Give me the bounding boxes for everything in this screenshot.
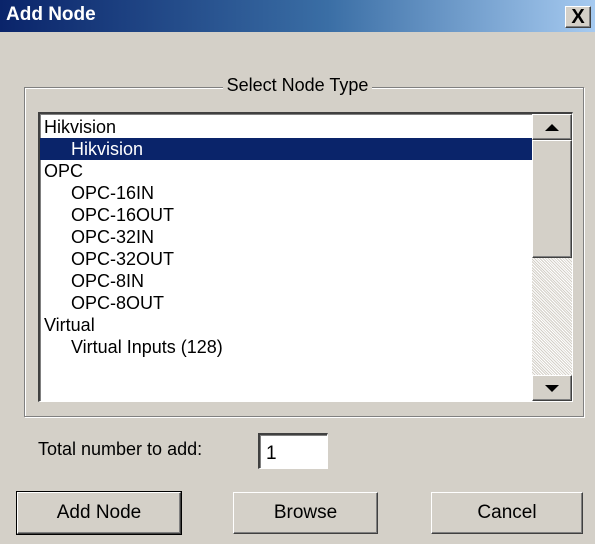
cancel-button[interactable]: Cancel [431,492,583,534]
list-item[interactable]: Virtual Inputs (128) [40,336,532,358]
add-node-dialog: Add Node X Select Node Type Hikvision Hik… [0,0,595,544]
close-icon: X [571,6,585,28]
total-number-input[interactable] [258,433,328,469]
vertical-scrollbar[interactable] [532,114,572,401]
list-item[interactable]: OPC-16OUT [40,204,532,226]
arrow-down-icon [545,384,559,392]
list-item[interactable]: Hikvision [40,116,532,138]
list-item[interactable]: OPC-32OUT [40,248,532,270]
list-item[interactable]: OPC-16IN [40,182,532,204]
scrollbar-thumb[interactable] [532,140,572,258]
scroll-down-button[interactable] [532,375,572,401]
add-node-button[interactable]: Add Node [16,491,182,535]
list-item[interactable]: OPC [40,160,532,182]
node-type-list[interactable]: Hikvision Hikvision OPC OPC-16IN OPC-16OUT OP… [38,112,573,402]
title-bar[interactable]: Add Node X [0,0,595,32]
list-item[interactable]: Virtual [40,314,532,336]
list-item[interactable]: OPC-32IN [40,226,532,248]
node-type-items: Hikvision Hikvision OPC OPC-16IN OPC-16OUT OP… [40,116,532,358]
list-item[interactable]: OPC-8IN [40,270,532,292]
arrow-up-icon [545,123,559,131]
close-button[interactable]: X [565,6,591,28]
browse-button[interactable]: Browse [233,492,378,534]
scroll-up-button[interactable] [532,114,572,140]
total-number-label: Total number to add: [38,439,203,459]
window-title: Add Node [6,4,96,25]
list-item[interactable]: Hikvision [40,138,532,160]
list-item[interactable]: OPC-8OUT [40,292,532,314]
